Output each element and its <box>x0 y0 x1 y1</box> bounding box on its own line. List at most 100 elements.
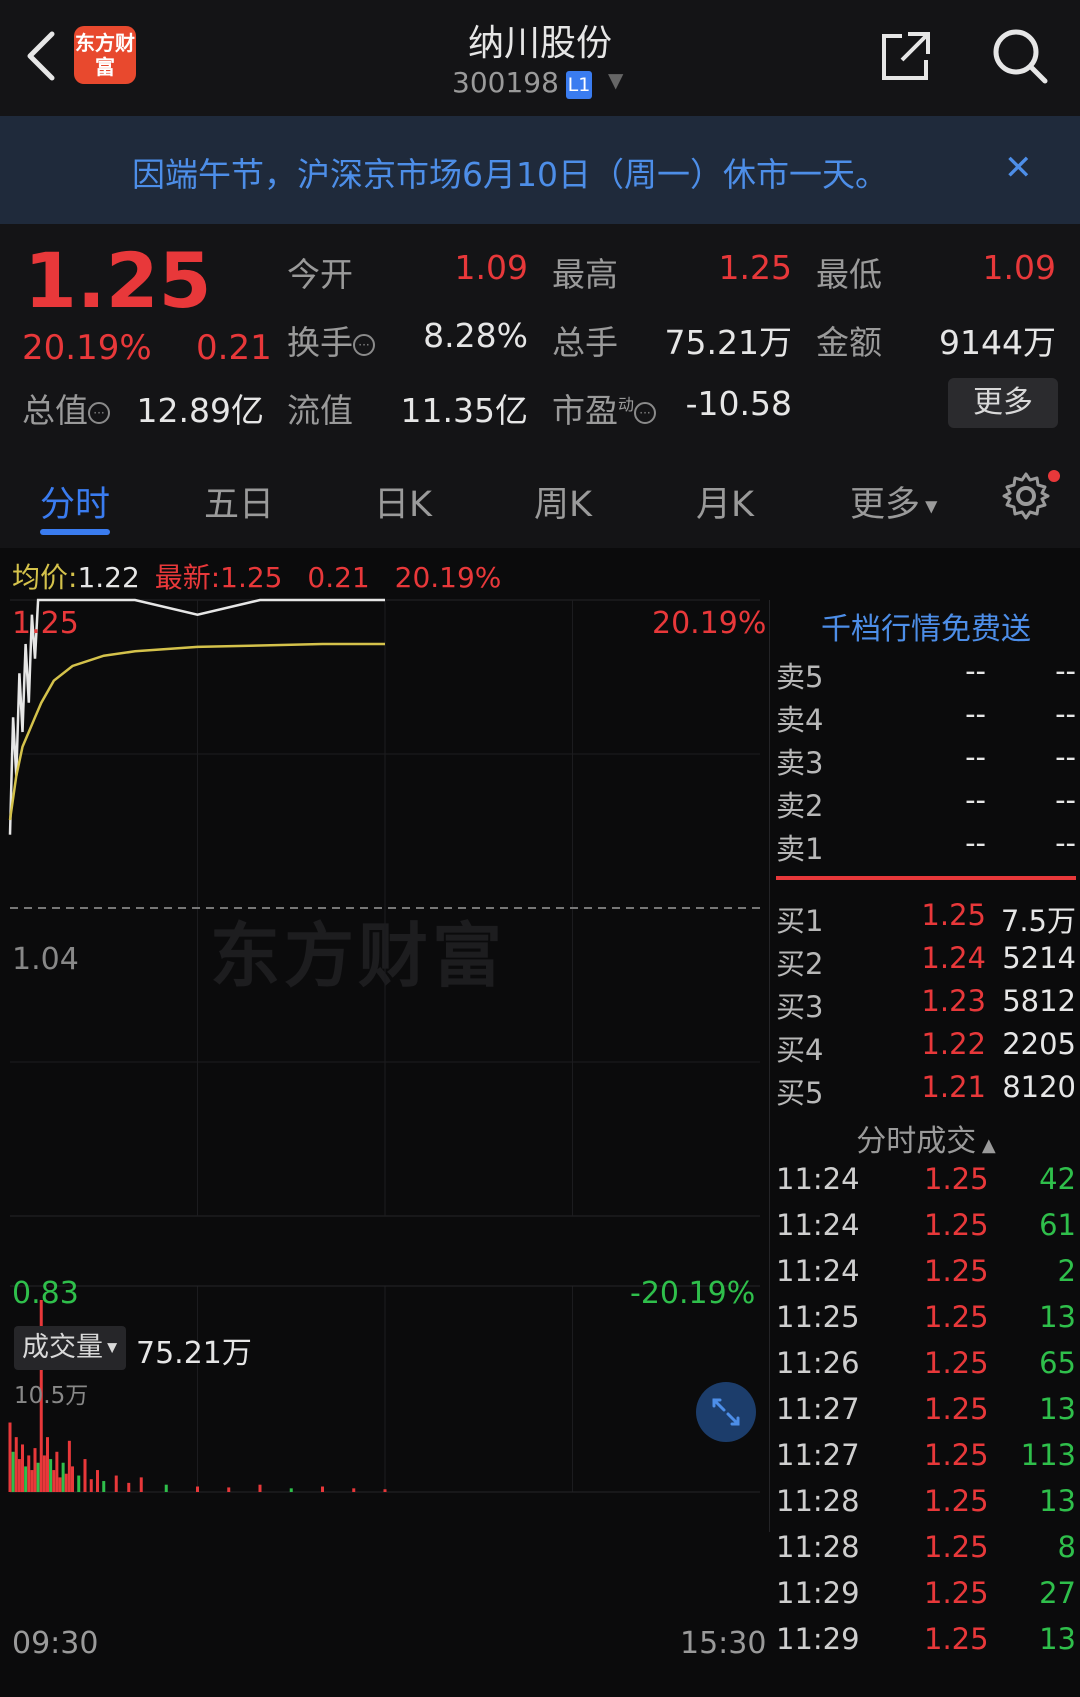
tab-weekly-k[interactable]: 周K <box>534 476 592 527</box>
tick-row: 11:24 1.25 42 <box>776 1162 1076 1206</box>
info-icon[interactable]: ··· <box>353 333 375 356</box>
tick-price: 1.25 <box>924 1254 989 1288</box>
chart-info-line: 均价:1.22 最新:1.25 0.21 20.19% <box>12 556 501 596</box>
volume-bar <box>8 1422 12 1492</box>
tick-price: 1.25 <box>924 1576 989 1610</box>
ask-row-2: 卖2 -- -- <box>776 783 1076 823</box>
more-button[interactable]: 更多 <box>948 378 1058 428</box>
open-label: 今开 <box>287 255 353 294</box>
tick-row: 11:25 1.25 13 <box>776 1300 1076 1344</box>
caret-down-icon: ▼ <box>920 496 938 516</box>
volume-bar <box>164 1484 168 1492</box>
ticks-header[interactable]: 分时成交 ▲ <box>772 1116 1080 1160</box>
volume-indicator-select[interactable]: 成交量 ▼ <box>14 1326 126 1370</box>
tick-price: 1.25 <box>924 1300 989 1334</box>
tab-more[interactable]: 更多 ▼ <box>850 476 937 527</box>
tab-daily-k[interactable]: 日K <box>374 476 432 527</box>
change-amount: 0.21 <box>196 328 272 368</box>
y-bottom-percent: -20.19% <box>630 1276 756 1311</box>
volume-bar <box>139 1477 143 1492</box>
tick-time: 11:25 <box>776 1300 860 1334</box>
volume-bar <box>102 1481 106 1492</box>
volume-bar <box>258 1484 262 1492</box>
info-icon[interactable]: ··· <box>634 401 657 424</box>
expand-chart-button[interactable] <box>696 1382 756 1442</box>
tab-monthly-k[interactable]: 月K <box>696 476 754 527</box>
caret-up-icon: ▲ <box>976 1135 996 1156</box>
expand-icon <box>712 1398 740 1426</box>
tick-volume: 65 <box>1039 1346 1076 1380</box>
current-price: 1.25 <box>24 236 212 325</box>
tick-price: 1.25 <box>924 1484 989 1518</box>
tick-time: 11:29 <box>776 1576 860 1610</box>
share-button[interactable] <box>878 28 934 84</box>
turnover-label: 换手 ··· <box>287 316 375 364</box>
tick-price: 1.25 <box>924 1438 989 1472</box>
tick-volume: 8 <box>1057 1530 1076 1564</box>
tick-volume: 27 <box>1039 1576 1076 1610</box>
back-button[interactable] <box>18 28 68 84</box>
volume-axis-max: 10.5万 <box>14 1383 89 1409</box>
open-value: 1.09 <box>454 248 528 287</box>
bid-row-1: 买1 1.25 7.5万 <box>776 898 1076 938</box>
close-icon[interactable]: ✕ <box>1004 148 1033 188</box>
ask-row-4: 卖4 -- -- <box>776 697 1076 737</box>
bid-row-2: 买2 1.24 5214 <box>776 941 1076 981</box>
pe-value: -10.58 <box>685 384 792 423</box>
volume-bar <box>71 1466 74 1492</box>
volume-bar <box>114 1475 118 1492</box>
volume-bar <box>58 1477 62 1492</box>
tick-row: 11:24 1.25 2 <box>776 1254 1076 1298</box>
settings-button[interactable] <box>1000 470 1052 522</box>
latest-value: 1.25 <box>220 561 283 594</box>
volume-bar <box>42 1455 46 1492</box>
tick-row: 11:29 1.25 13 <box>776 1622 1076 1666</box>
caret-down-icon: ▼ <box>103 1340 118 1356</box>
tick-volume: 42 <box>1039 1162 1076 1196</box>
y-mid-price: 1.04 <box>12 942 79 977</box>
order-book-divider <box>776 876 1076 880</box>
notice-text[interactable]: 因端午节，沪深京市场6月10日（周一）休市一天。 <box>132 148 888 196</box>
info-icon[interactable]: ··· <box>88 401 110 424</box>
bid-row-5: 买5 1.21 8120 <box>776 1070 1076 1110</box>
float-cap-value: 11.35亿 <box>400 391 528 430</box>
intraday-chart[interactable] <box>0 596 770 1676</box>
pe-superscript: 动 <box>618 395 635 414</box>
tick-row: 11:28 1.25 13 <box>776 1484 1076 1528</box>
volume-value: 75.21万 <box>664 323 792 362</box>
high-label: 最高 <box>552 255 618 294</box>
avg-label: 均价: <box>12 561 78 594</box>
volume-bar <box>36 1462 40 1492</box>
tick-price: 1.25 <box>924 1622 989 1656</box>
stock-code[interactable]: 300198 <box>452 66 559 99</box>
tick-time: 11:27 <box>776 1438 860 1472</box>
tab-five-day[interactable]: 五日 <box>204 476 274 527</box>
volume-bar <box>24 1466 28 1492</box>
latest-percent: 20.19% <box>394 561 502 594</box>
amount-label: 金额 <box>816 323 882 362</box>
turnover-value: 8.28% <box>423 316 528 355</box>
tick-price: 1.25 <box>924 1162 989 1196</box>
high-value: 1.25 <box>718 248 792 287</box>
caret-down-icon[interactable]: ▼ <box>608 68 623 92</box>
tab-intraday[interactable]: 分时 <box>40 476 110 527</box>
tick-time: 11:24 <box>776 1162 860 1196</box>
ask-row-3: 卖3 -- -- <box>776 740 1076 780</box>
share-icon <box>882 32 930 80</box>
tick-time: 11:24 <box>776 1254 860 1288</box>
tick-row: 11:27 1.25 13 <box>776 1392 1076 1436</box>
tick-time: 11:27 <box>776 1392 860 1426</box>
volume-bar <box>49 1459 53 1492</box>
app-logo: 东方财富 <box>74 26 136 84</box>
tick-price: 1.25 <box>924 1530 989 1564</box>
level2-promo-link[interactable]: 千档行情免费送 <box>772 604 1080 648</box>
volume-bar <box>96 1470 99 1492</box>
search-button[interactable] <box>990 26 1050 86</box>
volume-bar <box>11 1451 15 1492</box>
market-cap-label: 总值 ··· <box>22 384 110 432</box>
tick-volume: 13 <box>1039 1622 1076 1656</box>
chart-grid <box>10 599 770 1532</box>
tick-row: 11:28 1.25 8 <box>776 1530 1076 1574</box>
search-icon <box>993 29 1048 84</box>
tick-time: 11:26 <box>776 1346 860 1380</box>
